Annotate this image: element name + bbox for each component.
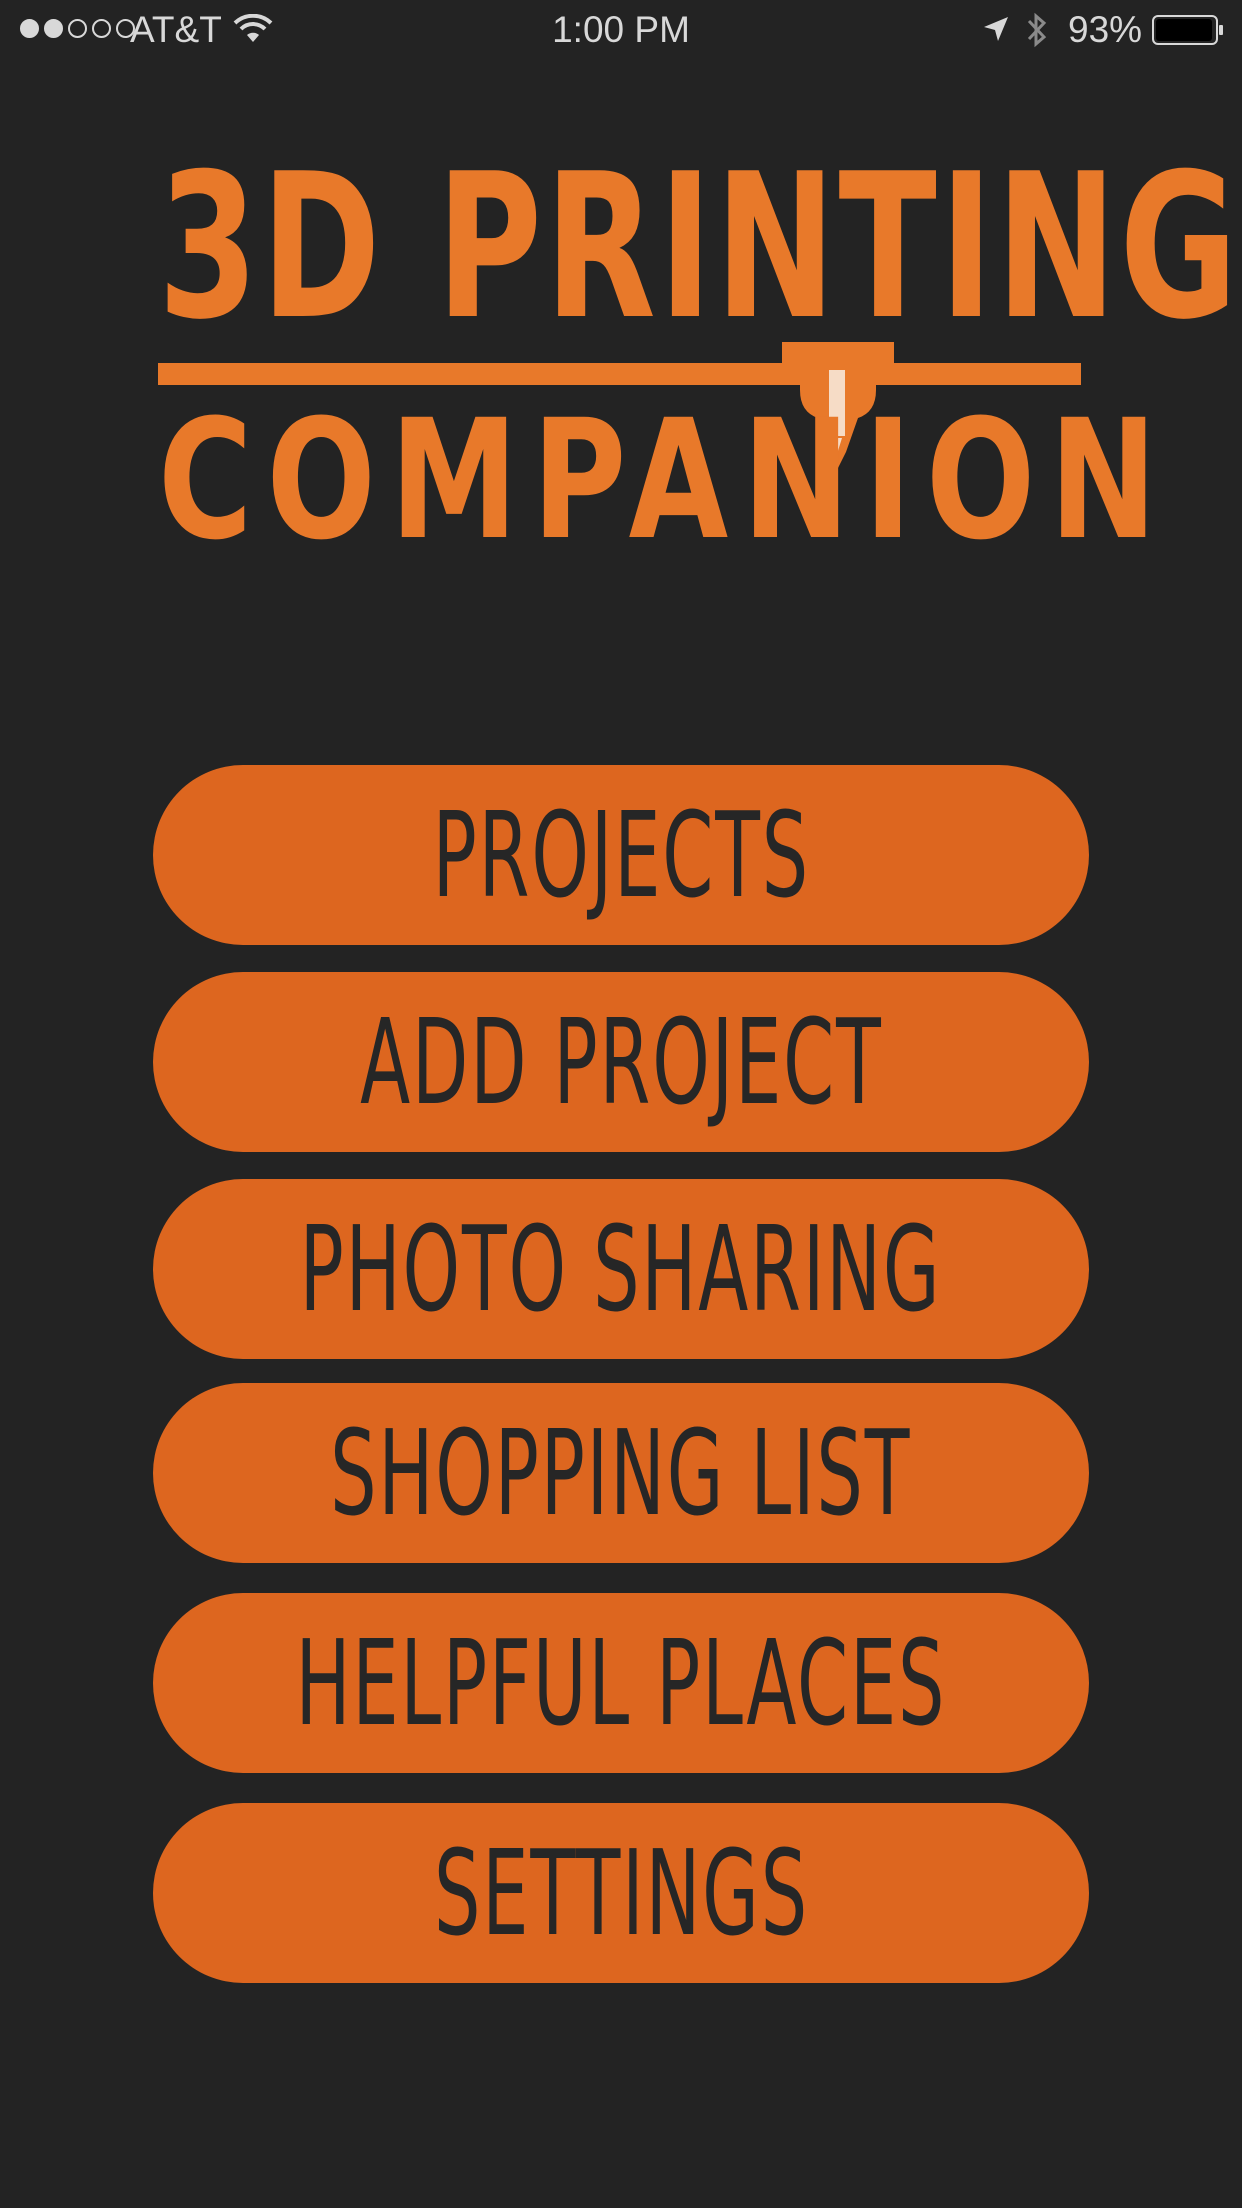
app-logo: 3D PRINTING COMPANION xyxy=(158,131,1241,563)
home-screen: AT&T 1:00 PM 93% 3D PRINTING COMPANION P… xyxy=(0,0,1242,2208)
photo-sharing-button-label: PHOTO SHARING xyxy=(300,1200,942,1338)
battery-percent: 93% xyxy=(1068,9,1143,50)
settings-button-label: SETTINGS xyxy=(433,1824,809,1962)
logo-rail xyxy=(158,363,1081,385)
battery-icon xyxy=(1152,15,1223,45)
helpful-places-button[interactable]: HELPFUL PLACES xyxy=(153,1593,1089,1773)
shopping-list-button[interactable]: SHOPPING LIST xyxy=(153,1383,1089,1563)
projects-button[interactable]: PROJECTS xyxy=(153,765,1089,945)
logo-title-line2: COMPANION xyxy=(158,384,1172,576)
add-project-button-label: ADD PROJECT xyxy=(359,993,883,1131)
helpful-places-button-label: HELPFUL PLACES xyxy=(295,1614,947,1752)
bluetooth-icon xyxy=(1027,12,1047,48)
projects-button-label: PROJECTS xyxy=(432,786,810,924)
settings-button[interactable]: SETTINGS xyxy=(153,1803,1089,1983)
logo-title-line1: 3D PRINTING xyxy=(158,131,1241,364)
shopping-list-button-label: SHOPPING LIST xyxy=(330,1404,912,1542)
add-project-button[interactable]: ADD PROJECT xyxy=(153,972,1089,1152)
status-bar: AT&T 1:00 PM 93% xyxy=(0,0,1242,60)
location-arrow-icon xyxy=(984,17,1008,41)
photo-sharing-button[interactable]: PHOTO SHARING xyxy=(153,1179,1089,1359)
status-time: 1:00 PM xyxy=(552,9,690,50)
